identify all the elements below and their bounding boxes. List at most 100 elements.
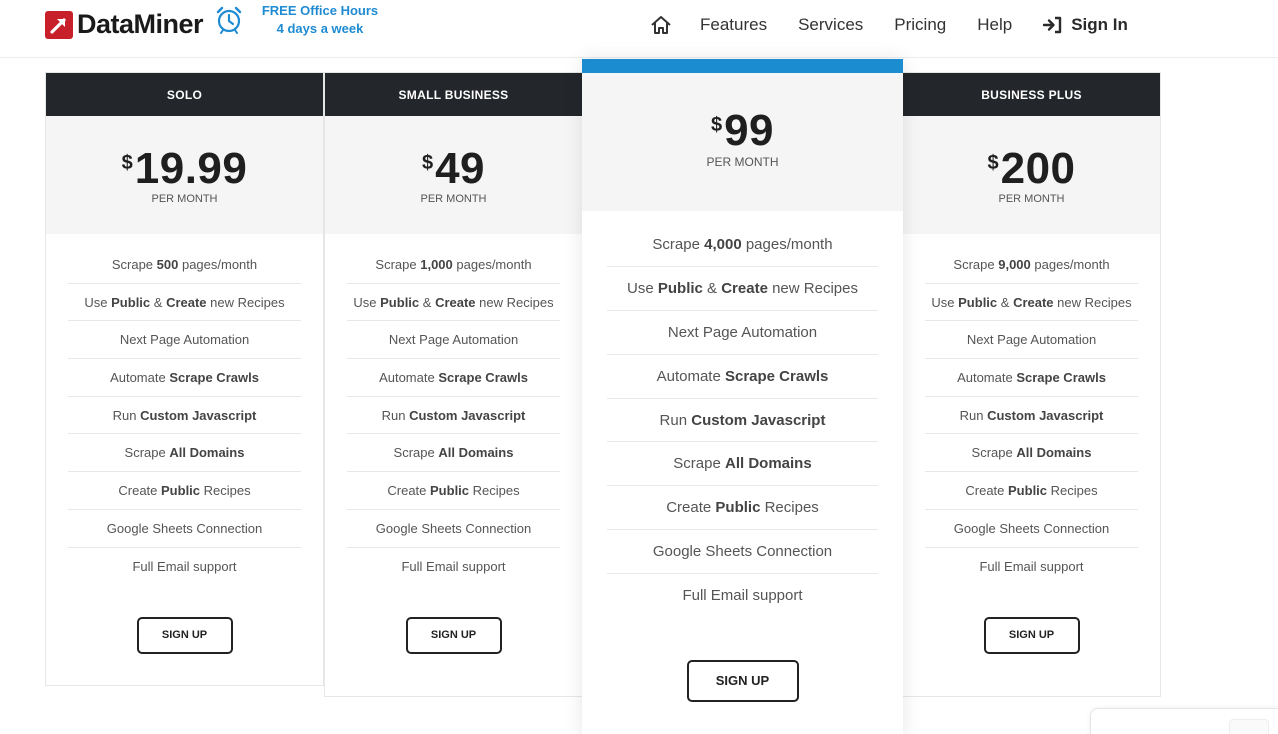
feature-text: Full Email support: [132, 558, 237, 574]
price: $ 99: [582, 107, 903, 155]
feature-highlight: Scrape Crawls: [724, 367, 829, 385]
feature-item: Use Public & Create new Recipes: [68, 284, 301, 322]
feature-item: Scrape 4,000 pages/month: [607, 223, 878, 267]
price-amount: 200: [1000, 144, 1076, 193]
feature-highlight: 4,000: [704, 236, 742, 253]
feature-text: Run: [659, 411, 692, 429]
feature-highlight: 9,000: [998, 257, 1031, 272]
feature-item: Next Page Automation: [925, 321, 1138, 360]
feature-text: new Recipes: [206, 294, 285, 310]
feature-text: Recipes: [1047, 483, 1098, 499]
feature-item: Scrape All Domains: [347, 434, 560, 473]
feature-text: Recipes: [469, 483, 520, 499]
sign-up-button[interactable]: SIGN UP: [405, 617, 502, 655]
nav-features[interactable]: Features: [700, 15, 767, 35]
logo[interactable]: DataMiner: [45, 9, 204, 40]
feature-item: Full Email support: [925, 548, 1138, 586]
feature-highlight: All Domains: [169, 445, 245, 461]
feature-text: &: [419, 294, 436, 310]
feature-text: Next Page Automation: [119, 332, 250, 348]
sign-up-button[interactable]: SIGN UP: [136, 617, 233, 655]
feature-text: pages/month: [178, 257, 258, 272]
logo-arrow-icon: [45, 10, 73, 39]
feature-highlight: Custom Javascript: [691, 411, 826, 429]
feature-item: Use Public & Create new Recipes: [347, 284, 560, 322]
plan-name: SMALL BUSINESS: [325, 73, 582, 116]
feature-text: Scrape: [375, 257, 421, 272]
price-amount: 99: [724, 106, 775, 155]
feature-list: Scrape 9,000 pages/month Use Public & Cre…: [925, 246, 1138, 585]
feature-item: Scrape All Domains: [607, 442, 878, 487]
plan-card-business-plus: BUSINESS PLUS $ 200 PER MONTH Scrape 9,0…: [902, 72, 1161, 697]
feature-highlight: Scrape Crawls: [169, 370, 259, 386]
feature-item: Scrape All Domains: [68, 434, 301, 473]
feature-highlight: Custom Javascript: [140, 407, 257, 423]
chat-widget[interactable]: [1090, 708, 1278, 734]
price-period: PER MONTH: [998, 193, 1065, 205]
feature-text: pages/month: [741, 236, 833, 253]
price-period: PER MONTH: [706, 155, 779, 169]
feature-text: new Recipes: [767, 279, 858, 297]
sign-in-link[interactable]: Sign In: [1043, 15, 1128, 35]
feature-text: Automate: [656, 367, 725, 385]
feature-highlight: All Domains: [725, 455, 812, 473]
feature-text: Google Sheets Connection: [375, 520, 532, 536]
feature-text: &: [150, 294, 167, 310]
feature-text: new Recipes: [1053, 294, 1132, 310]
feature-highlight: Create: [435, 294, 476, 310]
feature-text: &: [702, 279, 722, 297]
sign-up-button[interactable]: SIGN UP: [983, 617, 1080, 655]
feature-text: new Recipes: [475, 294, 554, 310]
office-hours-link[interactable]: FREE Office Hours 4 days a week: [256, 2, 384, 38]
sign-up-button[interactable]: SIGN UP: [686, 660, 799, 703]
feature-item: Automate Scrape Crawls: [68, 359, 301, 397]
feature-list: Scrape 500 pages/month Use Public & Creat…: [68, 246, 301, 585]
feature-highlight: Create: [166, 294, 207, 310]
feature-text: Automate: [379, 370, 439, 386]
feature-item: Automate Scrape Crawls: [347, 359, 560, 397]
currency-symbol: $: [121, 152, 133, 174]
feature-text: Google Sheets Connection: [106, 520, 263, 536]
feature-item: Automate Scrape Crawls: [607, 355, 878, 399]
feature-item: Create Public Recipes: [925, 472, 1138, 510]
feature-highlight: Public: [111, 294, 151, 310]
feature-text: Scrape: [393, 445, 439, 461]
feature-item: Next Page Automation: [607, 311, 878, 355]
currency-symbol: $: [710, 114, 723, 136]
feature-highlight: 500: [156, 257, 179, 272]
feature-item: Create Public Recipes: [607, 486, 878, 531]
feature-text: Scrape: [971, 445, 1017, 461]
price-period: PER MONTH: [420, 193, 487, 205]
chat-widget-button[interactable]: [1229, 719, 1269, 734]
price: $ 49: [325, 145, 582, 193]
feature-item: Google Sheets Connection: [68, 510, 301, 548]
price-box: $ 99 PER MONTH: [582, 73, 903, 211]
nav-services[interactable]: Services: [798, 15, 863, 35]
sign-in-icon: [1043, 16, 1062, 34]
feature-text: Recipes: [760, 499, 819, 517]
feature-highlight: Scrape Crawls: [438, 370, 528, 386]
price-box: $ 200 PER MONTH: [903, 116, 1160, 234]
feature-item: Scrape 9,000 pages/month: [925, 246, 1138, 284]
nav-help[interactable]: Help: [977, 15, 1012, 35]
feature-highlight: Public: [161, 483, 201, 499]
feature-list: Scrape 1,000 pages/month Use Public & Cre…: [347, 246, 560, 585]
currency-symbol: $: [421, 152, 434, 174]
feature-item: Scrape 500 pages/month: [68, 246, 301, 284]
feature-text: Scrape: [673, 455, 725, 473]
feature-text: pages/month: [1030, 257, 1110, 272]
logo-text: DataMiner: [77, 9, 204, 39]
feature-text: Scrape: [953, 257, 999, 272]
feature-highlight: Custom Javascript: [409, 407, 526, 423]
office-hours-subtitle: 4 days a week: [276, 21, 364, 36]
feature-text: Google Sheets Connection: [953, 520, 1110, 536]
price-box: $ 49 PER MONTH: [325, 116, 582, 234]
feature-highlight: Public: [715, 499, 761, 517]
home-icon[interactable]: [650, 15, 672, 35]
site-header: DataMiner FREE Office Hours 4 days a wee…: [0, 0, 1278, 58]
feature-item: Run Custom Javascript: [607, 399, 878, 443]
feature-item: Create Public Recipes: [68, 472, 301, 510]
feature-highlight: Custom Javascript: [987, 407, 1104, 423]
nav-pricing[interactable]: Pricing: [894, 15, 946, 35]
feature-item: Full Email support: [607, 574, 878, 618]
